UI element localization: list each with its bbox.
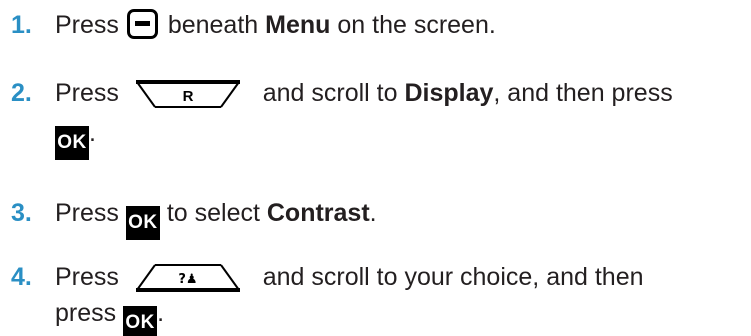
step-text-segment: .: [157, 299, 165, 327]
step-text: Press beneath Menu on the screen.: [55, 8, 496, 42]
menu-label: Menu: [265, 11, 331, 39]
contacts-key-icon: ?♟: [135, 264, 240, 292]
step-text-segment: to select: [166, 199, 260, 227]
step-text-segment: .: [89, 119, 96, 147]
step-number: 3.: [11, 199, 32, 227]
right-key-icon: R: [135, 80, 240, 108]
step-text-segment: .: [369, 199, 377, 227]
step-text: OK.: [55, 116, 96, 160]
right-key-letter: R: [182, 88, 193, 105]
step-text: Press OK to select Contrast.: [55, 196, 377, 240]
step-text-segment: and scroll to your choice, and then: [262, 263, 644, 291]
step-text-segment: , and then press: [493, 79, 673, 107]
step-text: press OK.: [55, 296, 164, 336]
step-text-segment: Press: [55, 199, 119, 227]
step-text-segment: beneath: [167, 11, 259, 39]
step-text-segment: and scroll to: [262, 79, 398, 107]
ok-key-icon: OK: [125, 206, 160, 240]
step-text-segment: press: [55, 299, 117, 327]
step-text-segment: Press: [55, 79, 119, 107]
softkey-icon: [126, 9, 158, 39]
step-number: 1.: [11, 11, 32, 39]
contrast-label: Contrast: [266, 199, 370, 227]
step-text: Press R and scroll to Display, and then …: [55, 76, 673, 110]
step-number: 2.: [11, 79, 32, 107]
step-text-segment: on the screen.: [337, 11, 496, 39]
step-text-segment: Press: [55, 263, 119, 291]
ok-key-icon: OK: [55, 126, 89, 160]
contacts-key-symbol: ?♟: [178, 272, 197, 287]
display-label: Display: [404, 79, 494, 107]
ok-key-icon: OK: [123, 306, 158, 336]
step-number: 4.: [11, 263, 32, 291]
step-text: Press ?♟ and scroll to your choice, and …: [55, 260, 644, 294]
step-text-segment: Press: [55, 11, 119, 39]
